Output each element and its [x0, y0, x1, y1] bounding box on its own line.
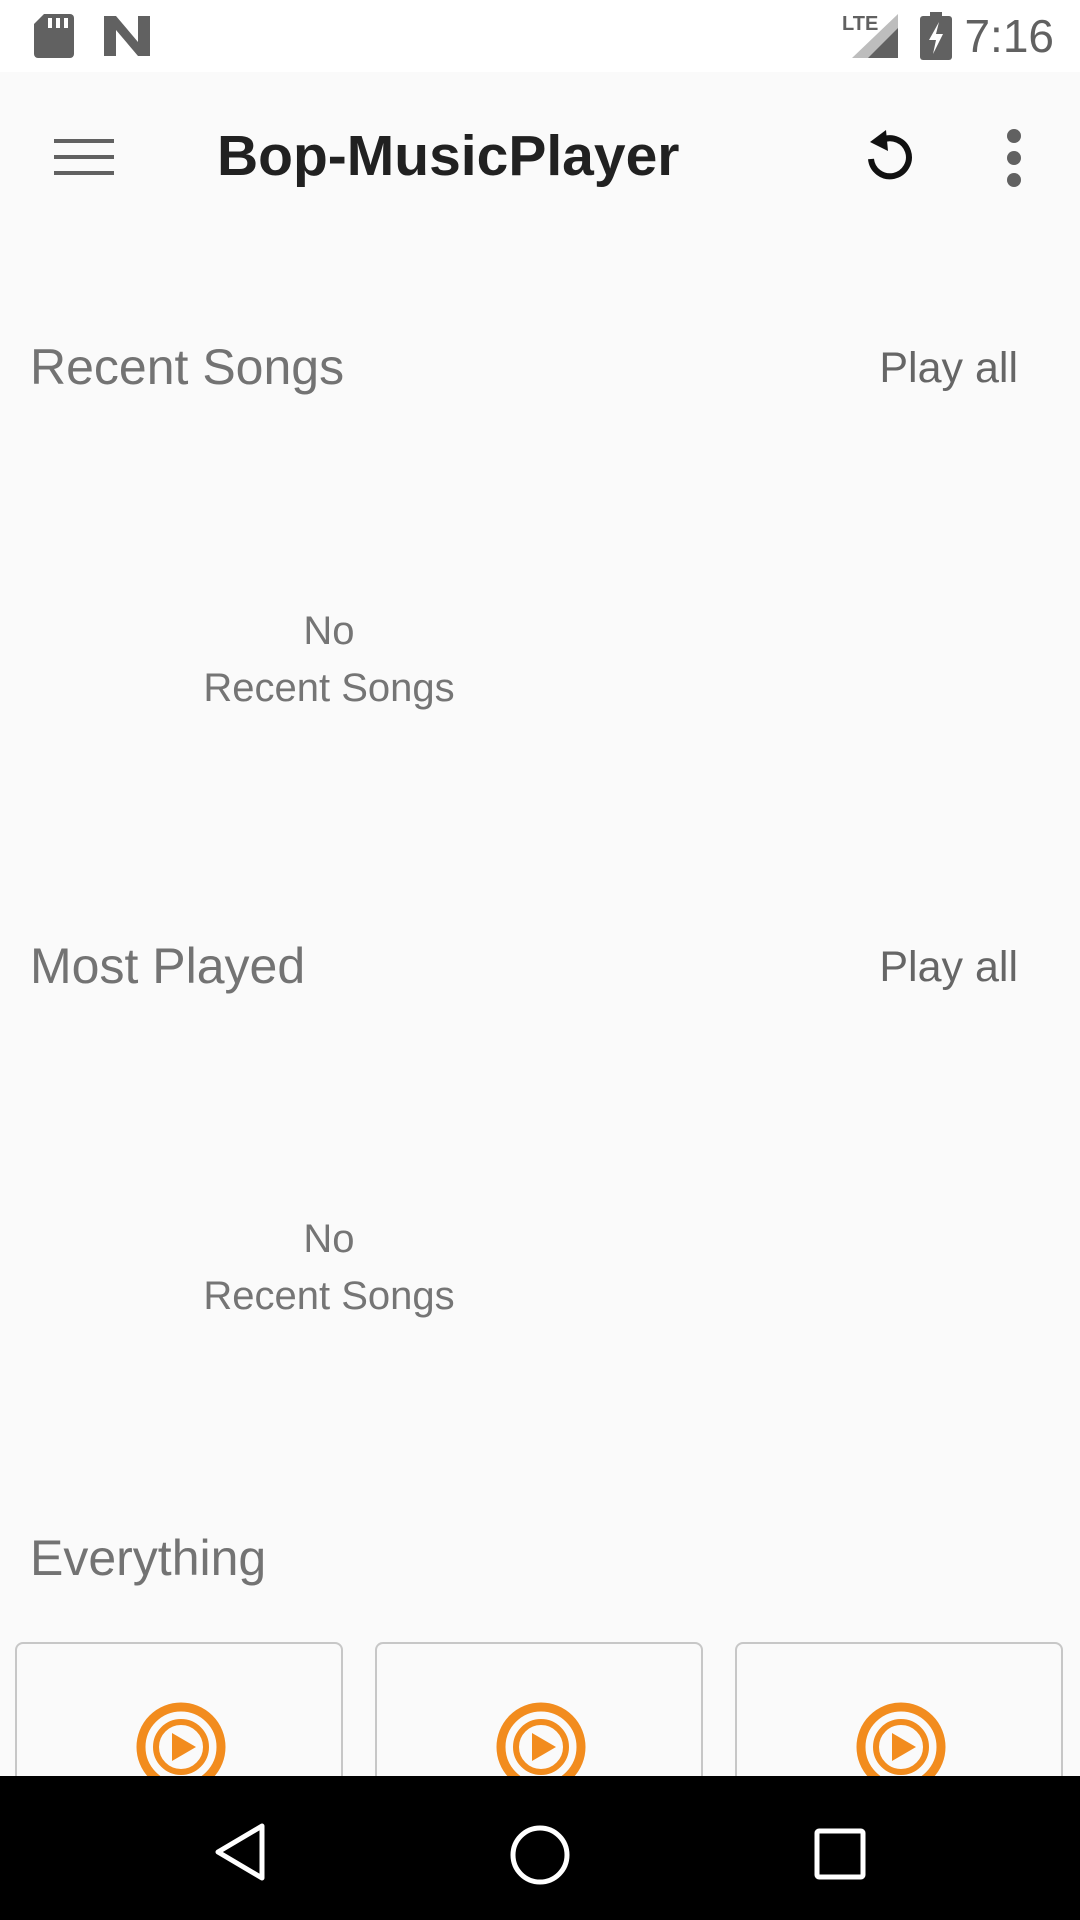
everything-header: Everything: [0, 1523, 1080, 1603]
recents-icon[interactable]: [813, 1827, 867, 1881]
section-title-recent-songs: Recent Songs: [30, 339, 345, 395]
song-card[interactable]: [375, 1642, 703, 1792]
empty-line: No: [303, 1217, 355, 1261]
song-card[interactable]: [15, 1642, 343, 1792]
play-all-recent-button[interactable]: Play all: [879, 334, 1018, 402]
menu-icon[interactable]: [52, 135, 116, 179]
most-played-header: Most Played Play all: [0, 931, 1080, 1011]
signal-icon: [852, 14, 898, 58]
navigation-bar: [0, 1776, 1080, 1920]
status-bar: LTE 7:16: [0, 0, 1080, 72]
section-title-everything: Everything: [30, 1530, 267, 1586]
status-time: 7:16: [964, 10, 1054, 62]
overflow-menu-icon[interactable]: [1000, 128, 1028, 188]
battery-charging-icon: [920, 12, 952, 60]
n-logo-icon: [104, 16, 150, 56]
play-all-most-played-button[interactable]: Play all: [879, 933, 1018, 1001]
empty-line: No: [303, 609, 355, 653]
most-played-empty-message: No Recent Songs: [159, 1211, 499, 1325]
app-bar: Bop-MusicPlayer: [0, 72, 1080, 240]
empty-line: Recent Songs: [203, 1274, 455, 1318]
home-icon[interactable]: [509, 1824, 571, 1886]
song-card[interactable]: [735, 1642, 1063, 1792]
recent-songs-empty-message: No Recent Songs: [159, 603, 499, 717]
section-title-most-played: Most Played: [30, 938, 306, 994]
recent-songs-header: Recent Songs Play all: [0, 332, 1080, 412]
empty-line: Recent Songs: [203, 666, 455, 710]
sd-card-icon: [34, 14, 74, 58]
back-icon[interactable]: [210, 1820, 270, 1884]
refresh-icon[interactable]: [858, 124, 918, 184]
app-title: Bop-MusicPlayer: [217, 124, 680, 188]
